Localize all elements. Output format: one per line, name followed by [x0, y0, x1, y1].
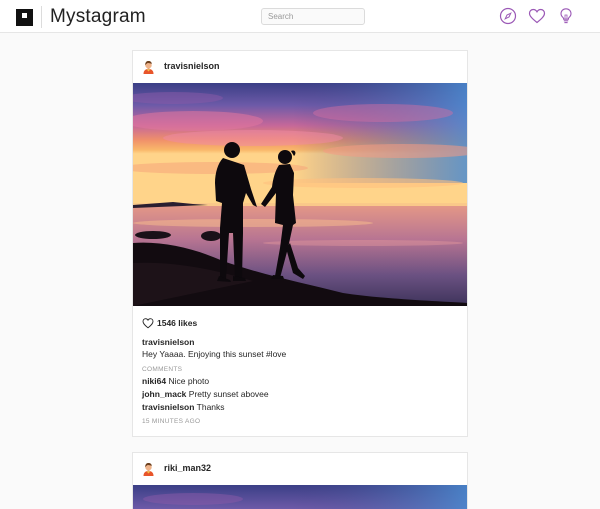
post-username[interactable]: travisnielson: [164, 60, 220, 73]
comment-item: travisnielson Thanks: [142, 401, 458, 414]
sunset-couple-photo: [133, 83, 467, 306]
post-photo[interactable]: [133, 485, 467, 509]
comment-text: Thanks: [196, 402, 225, 412]
comment-item: niki64 Nice photo: [142, 375, 458, 388]
post-card: riki_man32: [132, 452, 468, 509]
post-header: riki_man32: [133, 453, 467, 485]
compass-icon[interactable]: [499, 7, 517, 25]
lightbulb-icon[interactable]: [557, 7, 575, 25]
app-name[interactable]: Mystagram: [50, 4, 146, 30]
heart-icon[interactable]: [528, 7, 546, 25]
comment-username[interactable]: travisnielson: [142, 402, 194, 412]
post-timestamp: 15 MINUTES AGO: [142, 418, 201, 425]
caption-text: Hey Yaaaa. Enjoying this sunset #love: [142, 349, 287, 359]
post-photo[interactable]: [133, 83, 467, 306]
post-username[interactable]: riki_man32: [164, 462, 211, 475]
avatar[interactable]: [141, 461, 156, 476]
likes-count[interactable]: 1546 likes: [157, 317, 197, 329]
logo-divider: [41, 6, 42, 28]
like-heart-icon[interactable]: [142, 317, 154, 329]
avatar[interactable]: [141, 59, 156, 74]
post-card: travisnielson 1546 likes travisnielson H…: [132, 50, 468, 437]
search-input[interactable]: [261, 8, 365, 25]
comment-text: Nice photo: [168, 376, 210, 386]
post-header: travisnielson: [133, 51, 467, 83]
comments-label: COMMENTS: [142, 366, 183, 373]
comment-item: john_mack Pretty sunset abovee: [142, 388, 458, 401]
comment-text: Pretty sunset abovee: [188, 389, 269, 399]
comment-username[interactable]: niki64: [142, 376, 166, 386]
app-logo-icon[interactable]: [16, 9, 33, 26]
comment-username[interactable]: john_mack: [142, 389, 186, 399]
caption-username[interactable]: travisnielson: [142, 336, 458, 348]
top-navigation-bar: Mystagram: [0, 0, 600, 33]
